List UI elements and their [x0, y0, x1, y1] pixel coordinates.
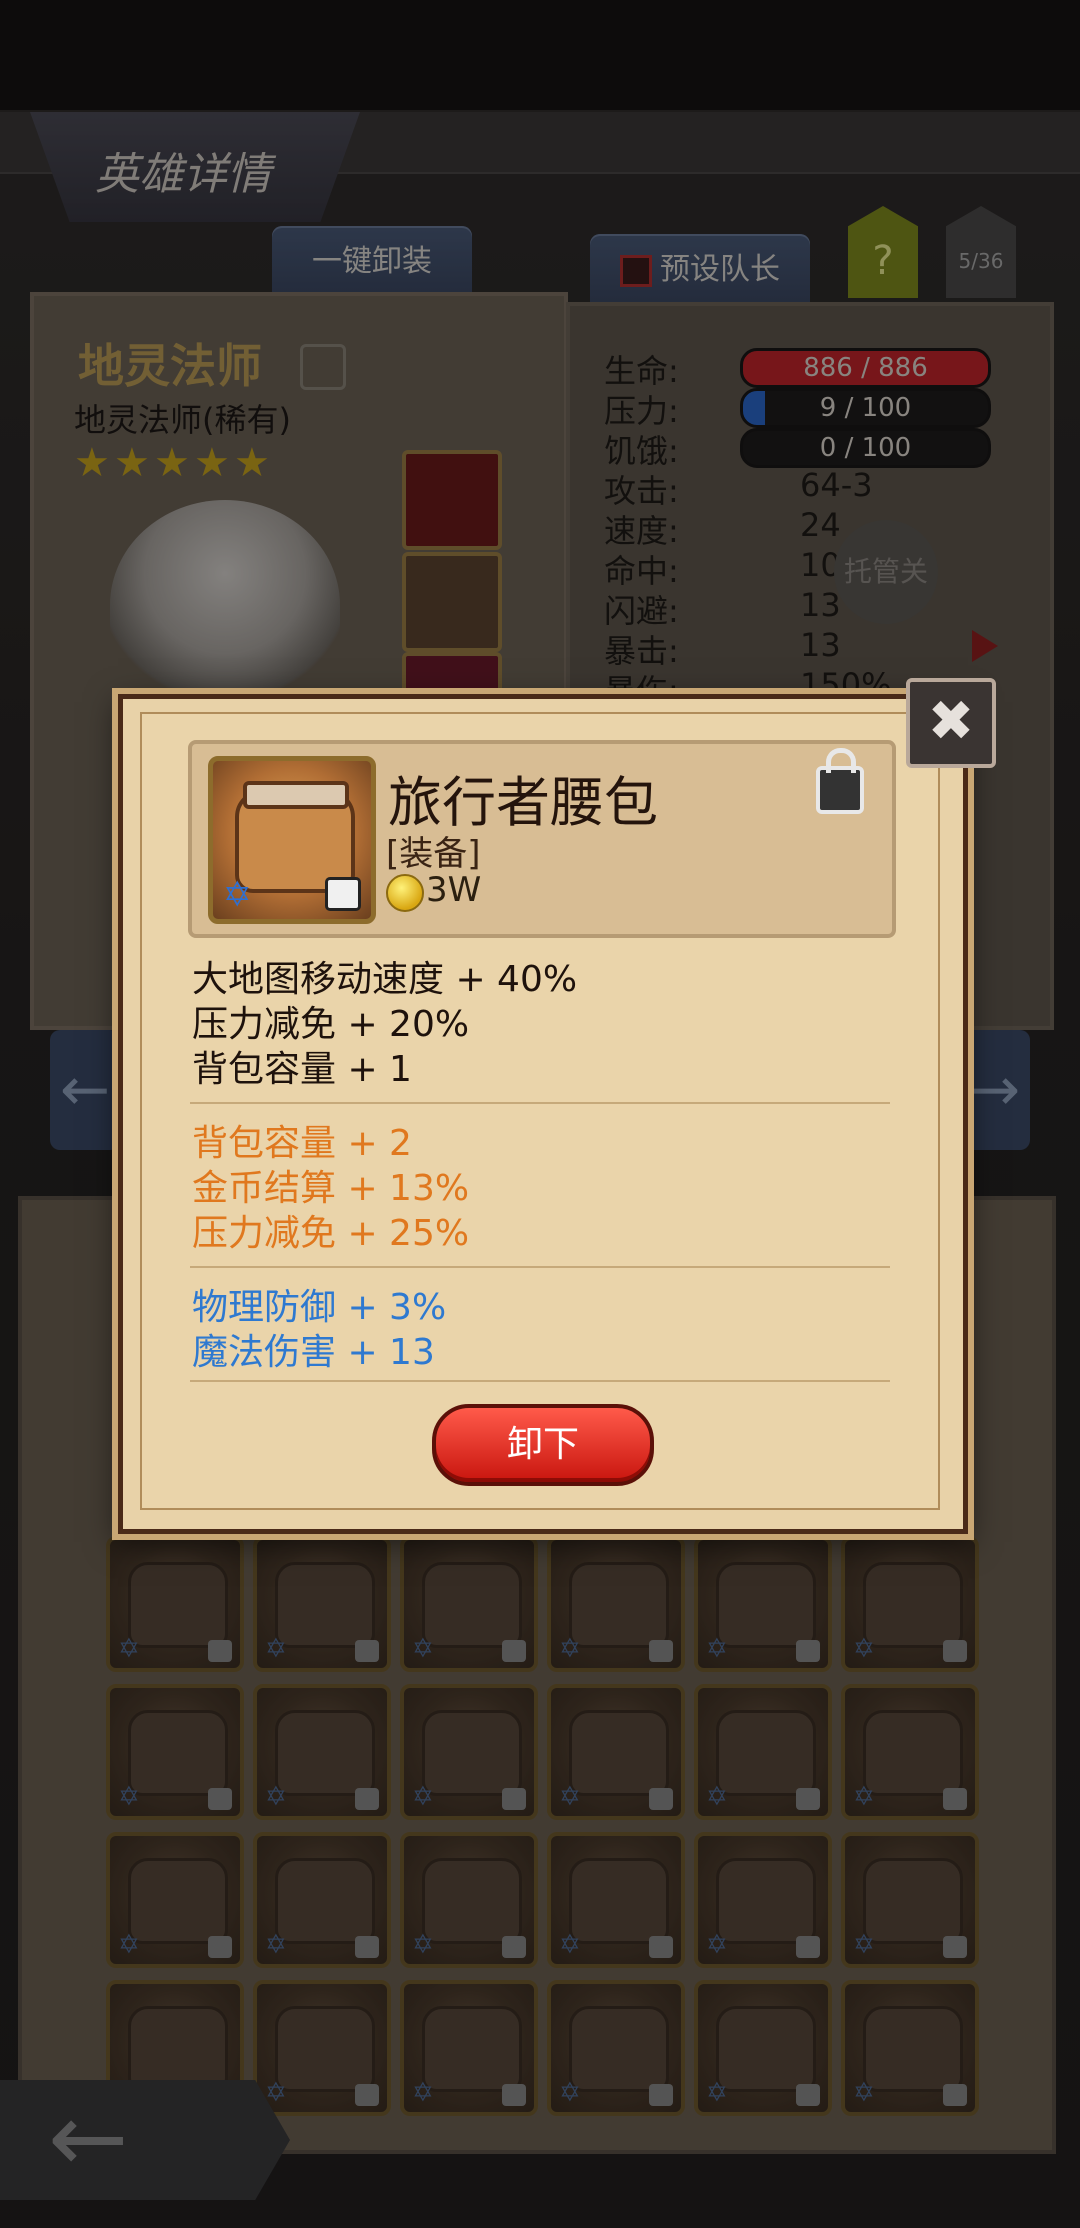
item-icon: ✡ [208, 756, 376, 924]
lock-icon [325, 877, 361, 911]
star-badge-icon: ✡ [223, 875, 252, 915]
divider [190, 1102, 890, 1104]
coin-icon [386, 874, 424, 912]
bonus-stat: 压力减免 + 25% [192, 1213, 470, 1254]
lock-toggle-icon[interactable] [816, 748, 864, 814]
item-type: [装备] [386, 834, 481, 874]
close-button[interactable]: ✖ [906, 678, 996, 768]
status-bar [0, 0, 1080, 110]
magic-stat: 魔法伤害 + 13 [192, 1332, 435, 1373]
unequip-button[interactable]: 卸下 [432, 1404, 654, 1486]
divider [190, 1266, 890, 1268]
base-stat: 背包容量 + 1 [192, 1049, 412, 1090]
divider [190, 1380, 890, 1382]
bag-strap [243, 781, 349, 809]
item-price: 3W [426, 870, 482, 910]
close-icon: ✖ [927, 689, 975, 754]
